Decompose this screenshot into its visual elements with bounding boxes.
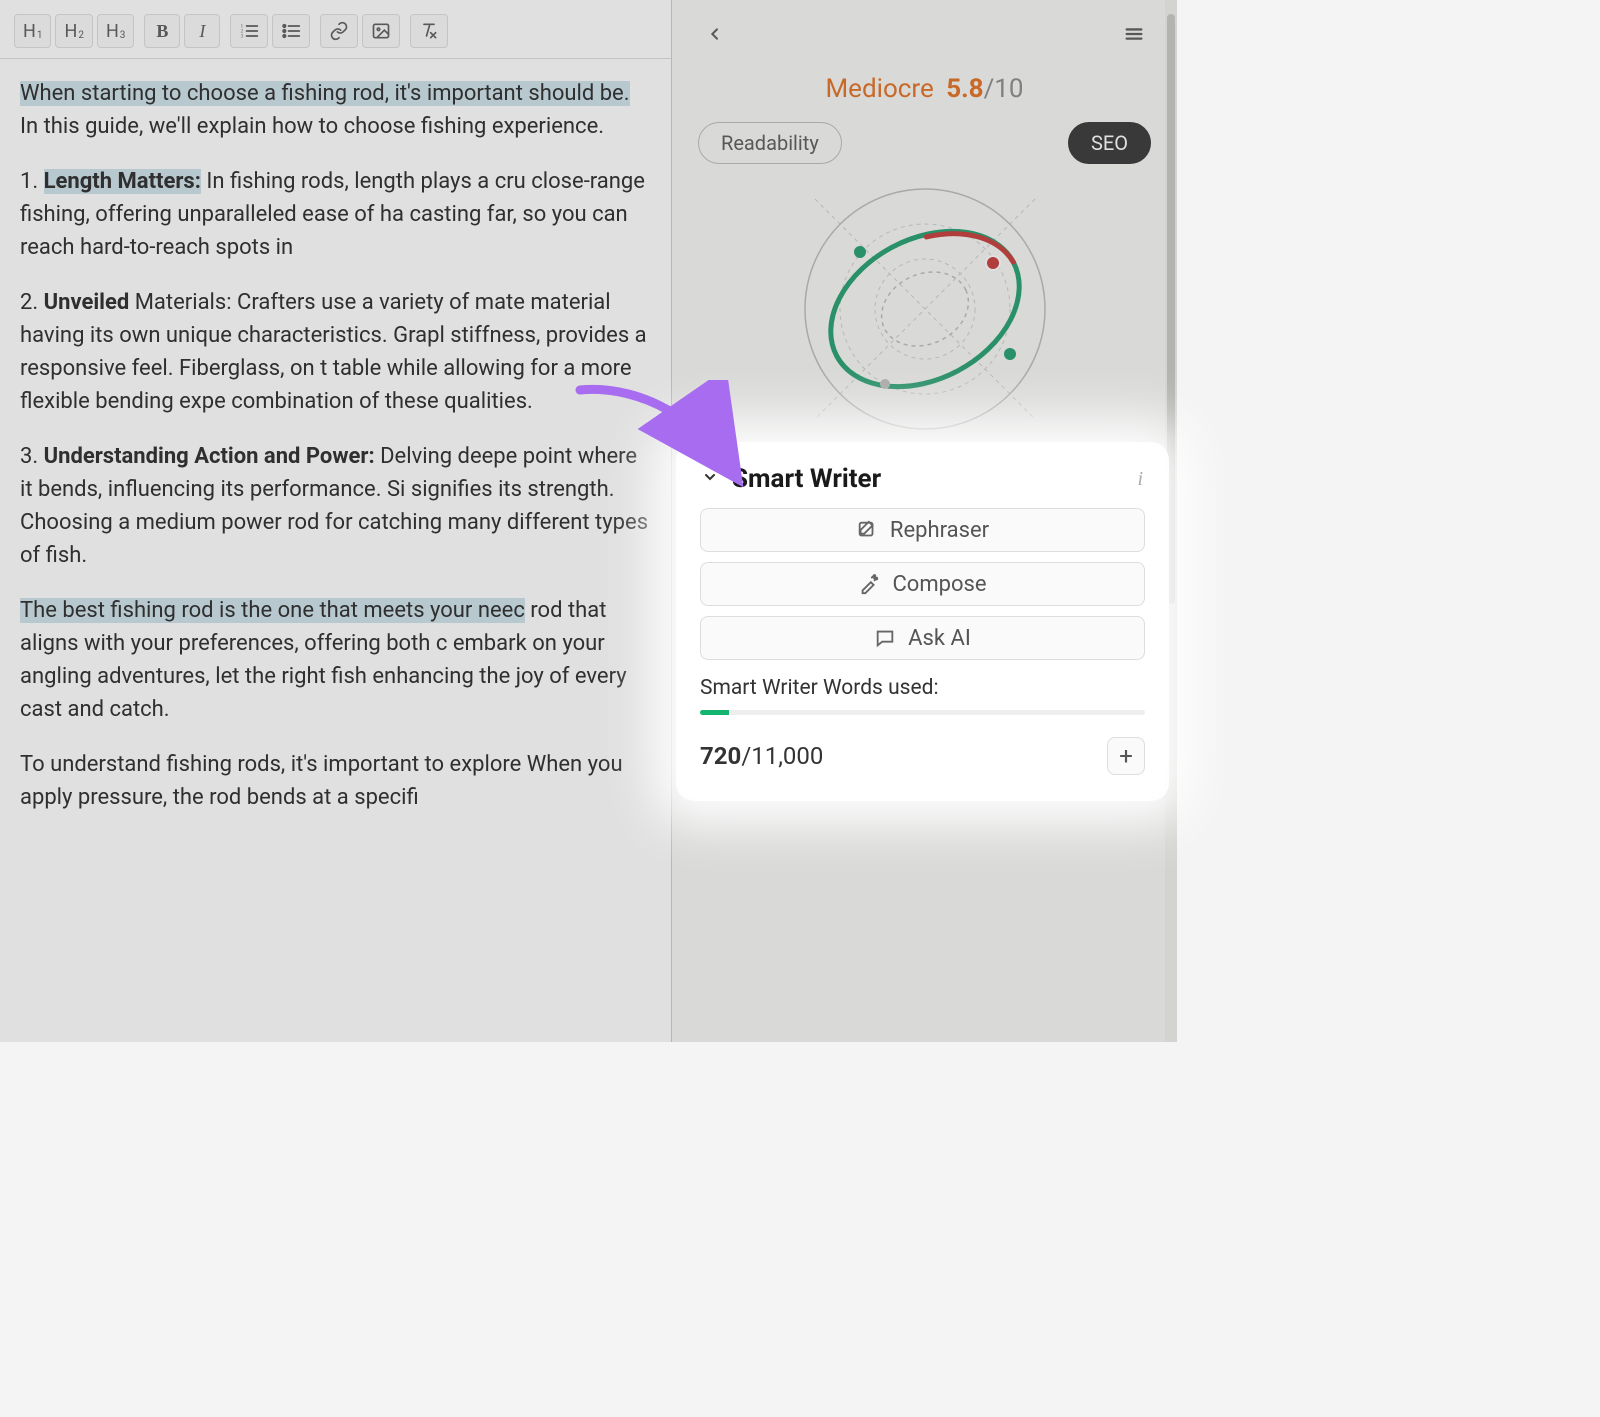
h2-label: H [64, 21, 77, 42]
compose-button[interactable]: Compose [700, 562, 1145, 606]
paragraph-4-highlight: The best fishing rod is the one that mee… [20, 598, 525, 623]
usage-bar [700, 710, 1145, 715]
seo-pill[interactable]: SEO [1068, 122, 1151, 164]
readability-pill[interactable]: Readability [698, 122, 842, 164]
heading-3-button[interactable]: H 3 [97, 14, 134, 48]
list-item-2: 2. Unveiled Materials: Crafters use a va… [20, 286, 651, 418]
scrollbar-thumb[interactable] [1167, 14, 1175, 604]
rephraser-label: Rephraser [890, 518, 989, 543]
h3-sub: 3 [120, 30, 126, 41]
h1-sub: 1 [37, 30, 43, 41]
radar-chart [755, 174, 1095, 444]
smart-writer-header[interactable]: Smart Writer i [700, 462, 1145, 508]
bold-label: B [156, 21, 168, 42]
italic-button[interactable]: I [184, 14, 220, 48]
usage-bar-fill [700, 710, 729, 715]
rephraser-icon [856, 519, 878, 541]
usage-label: Smart Writer Words used: [700, 676, 1145, 700]
ordered-list-button[interactable]: 123 [230, 14, 268, 48]
svg-text:3: 3 [241, 35, 244, 40]
score-max: /10 [984, 74, 1024, 104]
insights-panel: Mediocre 5.8/10 Readability SEO T [672, 0, 1177, 1042]
usage-counter: 720/11,000 [700, 742, 823, 770]
paragraph-1: When starting to choose a fishing rod, i… [20, 77, 651, 143]
score-label: Mediocre [825, 74, 933, 104]
menu-button[interactable] [1115, 15, 1153, 53]
li1-title: Length Matters: [44, 169, 201, 194]
score-value: 5.8 [946, 74, 983, 104]
panel-scrollbar[interactable] [1165, 0, 1177, 1042]
ask-ai-icon [874, 627, 896, 649]
paragraph-4: The best fishing rod is the one that mee… [20, 594, 651, 726]
add-words-button[interactable]: + [1107, 737, 1145, 775]
heading-2-button[interactable]: H 2 [55, 14, 92, 48]
h3-label: H [106, 21, 119, 42]
clear-format-button[interactable] [410, 14, 448, 48]
ask-ai-label: Ask AI [908, 626, 971, 651]
paragraph-1-rest: In this guide, we'll explain how to choo… [20, 114, 604, 139]
link-button[interactable] [320, 14, 358, 48]
ask-ai-button[interactable]: Ask AI [700, 616, 1145, 660]
panel-header [672, 0, 1177, 56]
unordered-list-button[interactable] [272, 14, 310, 48]
usage-used: 720 [700, 742, 741, 770]
score-line: Mediocre 5.8/10 [672, 74, 1177, 104]
compose-icon [858, 573, 880, 595]
back-button[interactable] [696, 15, 734, 53]
smart-writer-card: Smart Writer i Rephraser Compose Ask AI … [680, 446, 1165, 797]
editor-toolbar: H 1 H 2 H 3 B I 123 [0, 8, 671, 59]
smart-writer-title: Smart Writer [732, 464, 1123, 494]
list-item-3: 3. Understanding Action and Power: Delvi… [20, 440, 651, 572]
chevron-down-icon [702, 469, 718, 490]
bold-button[interactable]: B [144, 14, 180, 48]
li3-title: Understanding Action and Power: [44, 444, 375, 469]
h2-sub: 2 [78, 30, 84, 41]
editor-pane: H 1 H 2 H 3 B I 123 [0, 0, 672, 1042]
document-body[interactable]: When starting to choose a fishing rod, i… [0, 59, 671, 860]
heading-1-button[interactable]: H 1 [14, 14, 51, 48]
paragraph-1-highlight: When starting to choose a fishing rod, i… [20, 81, 630, 106]
li2-title: Unveiled [44, 290, 130, 315]
italic-label: I [199, 21, 205, 42]
image-button[interactable] [362, 14, 400, 48]
rephraser-button[interactable]: Rephraser [700, 508, 1145, 552]
usage-sep: / [741, 742, 751, 770]
h1-label: H [23, 21, 36, 42]
usage-limit: 11,000 [751, 742, 823, 770]
list-item-1: 1. Length Matters: In fishing rods, leng… [20, 165, 651, 264]
info-icon[interactable]: i [1137, 468, 1143, 491]
compose-label: Compose [892, 572, 986, 597]
paragraph-5: To understand fishing rods, it's importa… [20, 748, 651, 814]
